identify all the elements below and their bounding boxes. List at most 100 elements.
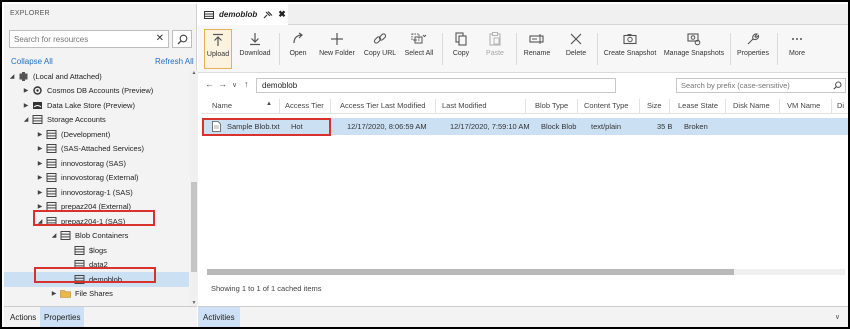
column-divider bbox=[669, 99, 670, 113]
resource-search-field[interactable]: ✕ bbox=[9, 30, 169, 48]
tree-item-file-shares[interactable]: ▶ File Shares bbox=[4, 287, 189, 302]
column-divider bbox=[639, 99, 640, 113]
tree-item-label: (Local and Attached) bbox=[33, 71, 102, 81]
collapse-caret-icon[interactable]: ▶ bbox=[50, 290, 58, 297]
table-horizontal-scrollbar[interactable] bbox=[207, 269, 845, 275]
scroll-up-icon[interactable]: ▲ bbox=[190, 70, 198, 76]
manage-snapshots-button[interactable]: Manage Snapshots bbox=[664, 29, 724, 69]
explorer-scrollbar[interactable]: ▲ ▼ bbox=[190, 70, 198, 306]
column-header-disk-overflow[interactable]: Di bbox=[837, 101, 844, 110]
tree-item-storage-accounts[interactable]: ◢ Storage Accounts bbox=[4, 113, 189, 128]
history-dropdown-icon[interactable]: ∨ bbox=[232, 81, 237, 89]
toolbar-divider bbox=[279, 33, 280, 65]
search-button[interactable] bbox=[172, 30, 192, 48]
rename-icon bbox=[529, 34, 544, 44]
clear-search-icon[interactable]: ✕ bbox=[156, 33, 164, 44]
select-all-button[interactable]: Select All bbox=[404, 29, 434, 69]
tree-item-label: Storage Accounts bbox=[47, 115, 106, 125]
tree-item-data-lake[interactable]: ▶ Data Lake Store (Preview) bbox=[4, 98, 189, 113]
column-header-size[interactable]: Size bbox=[647, 101, 662, 110]
up-arrow-icon[interactable]: ↑ bbox=[244, 79, 249, 89]
tab-title: demoblob bbox=[219, 10, 258, 19]
expand-caret-icon[interactable]: ◢ bbox=[8, 73, 16, 80]
expand-caret-icon[interactable]: ◢ bbox=[22, 116, 30, 123]
open-button[interactable]: Open bbox=[286, 29, 310, 69]
collapse-caret-icon[interactable]: ▶ bbox=[36, 189, 44, 196]
explorer-bottom-tabs: Actions Properties bbox=[4, 306, 197, 327]
collapse-caret-icon[interactable]: ▶ bbox=[36, 131, 44, 138]
back-arrow-icon[interactable]: ← bbox=[205, 79, 214, 89]
collapse-caret-icon[interactable]: ▶ bbox=[36, 145, 44, 152]
copy-icon bbox=[455, 32, 467, 46]
storage-account-icon bbox=[46, 187, 57, 197]
tree-item-innovostorag-external[interactable]: ▶ innovostorag (External) bbox=[4, 171, 189, 186]
collapse-caret-icon[interactable]: ▶ bbox=[36, 174, 44, 181]
tree-item-cosmos-db[interactable]: ▶ Cosmos DB Accounts (Preview) bbox=[4, 84, 189, 99]
storage-account-icon bbox=[46, 158, 57, 168]
column-header-access-tier-last-modified[interactable]: Access Tier Last Modified bbox=[340, 101, 425, 110]
tab-properties[interactable]: Properties bbox=[40, 307, 85, 327]
container-icon bbox=[204, 10, 214, 19]
tree-item-label: innovostorag-1 (SAS) bbox=[61, 187, 133, 197]
tree-item-innovostorag-1-sas[interactable]: ▶ innovostorag-1 (SAS) bbox=[4, 185, 189, 200]
expand-caret-icon[interactable]: ◢ bbox=[50, 232, 58, 239]
explorer-scroll-thumb[interactable] bbox=[191, 182, 197, 272]
file-shares-icon bbox=[60, 290, 71, 299]
tab-demoblob[interactable]: demoblob ✖ bbox=[198, 4, 288, 25]
resource-search-input[interactable] bbox=[10, 31, 150, 47]
blob-access-tier-last-modified: 12/17/2020, 8:06:59 AM bbox=[347, 122, 427, 131]
tree-item-blob-containers[interactable]: ◢ Blob Containers bbox=[4, 229, 189, 244]
copy-button[interactable]: Copy bbox=[450, 29, 472, 69]
close-tab-icon[interactable]: ✖ bbox=[278, 9, 286, 20]
rename-button[interactable]: Rename bbox=[524, 29, 550, 69]
paste-button[interactable]: Paste bbox=[484, 29, 506, 69]
collapse-caret-icon[interactable]: ▶ bbox=[22, 87, 30, 94]
column-header-content-type[interactable]: Content Type bbox=[584, 101, 628, 110]
column-header-access-tier[interactable]: Access Tier bbox=[285, 101, 324, 110]
tree-item-sas-attached[interactable]: ▶ (SAS-Attached Services) bbox=[4, 142, 189, 157]
tab-actions[interactable]: Actions bbox=[6, 307, 40, 327]
tree-item-label: Blob Containers bbox=[75, 231, 129, 241]
pin-icon[interactable] bbox=[263, 10, 273, 19]
new-folder-button[interactable]: New Folder bbox=[319, 29, 355, 69]
upload-button[interactable]: Upload bbox=[204, 29, 232, 69]
column-header-name[interactable]: Name bbox=[212, 101, 232, 110]
tree-item-local-attached[interactable]: ◢ (Local and Attached) bbox=[4, 69, 189, 84]
table-scroll-thumb[interactable] bbox=[207, 269, 734, 275]
sort-ascending-icon[interactable]: ▲ bbox=[266, 101, 272, 107]
blob-content-type: text/plain bbox=[591, 122, 622, 131]
delete-icon bbox=[570, 33, 582, 45]
column-divider bbox=[725, 99, 726, 113]
collapse-caret-icon[interactable]: ▶ bbox=[22, 102, 30, 109]
chevron-down-icon[interactable]: ∨ bbox=[835, 313, 840, 321]
tree-item-innovostorag-sas[interactable]: ▶ innovostorag (SAS) bbox=[4, 156, 189, 171]
more-button[interactable]: More bbox=[786, 29, 808, 69]
forward-arrow-icon[interactable]: → bbox=[218, 79, 227, 89]
more-icon bbox=[792, 38, 802, 40]
tree-item-logs[interactable]: $logs bbox=[4, 243, 189, 258]
path-field[interactable]: demoblob bbox=[256, 78, 616, 93]
download-button[interactable]: Download bbox=[238, 29, 272, 69]
prefix-search-field[interactable] bbox=[676, 78, 846, 93]
refresh-all-link[interactable]: Refresh All bbox=[155, 57, 194, 66]
column-header-vm-name[interactable]: VM Name bbox=[787, 101, 820, 110]
new-folder-icon bbox=[331, 33, 343, 45]
manage-snapshots-icon bbox=[687, 33, 701, 46]
copy-url-button[interactable]: Copy URL bbox=[364, 29, 396, 69]
column-header-disk-name[interactable]: Disk Name bbox=[733, 101, 770, 110]
tree-item-development[interactable]: ▶ (Development) bbox=[4, 127, 189, 142]
column-header-last-modified[interactable]: Last Modified bbox=[442, 101, 487, 110]
column-header-blob-type[interactable]: Blob Type bbox=[535, 101, 568, 110]
collapse-caret-icon[interactable]: ▶ bbox=[36, 160, 44, 167]
create-snapshot-button[interactable]: Create Snapshot bbox=[604, 29, 656, 69]
properties-button[interactable]: Properties bbox=[736, 29, 770, 69]
prefix-search-input[interactable] bbox=[677, 79, 827, 92]
search-icon bbox=[177, 34, 187, 44]
tab-activities[interactable]: Activities bbox=[198, 307, 240, 327]
blob-size: 35 B bbox=[657, 122, 673, 131]
upload-icon bbox=[213, 33, 223, 46]
column-header-lease-state[interactable]: Lease State bbox=[678, 101, 718, 110]
delete-button[interactable]: Delete bbox=[564, 29, 588, 69]
highlight-box-storage-account bbox=[33, 210, 155, 226]
collapse-all-link[interactable]: Collapse All bbox=[11, 57, 53, 66]
